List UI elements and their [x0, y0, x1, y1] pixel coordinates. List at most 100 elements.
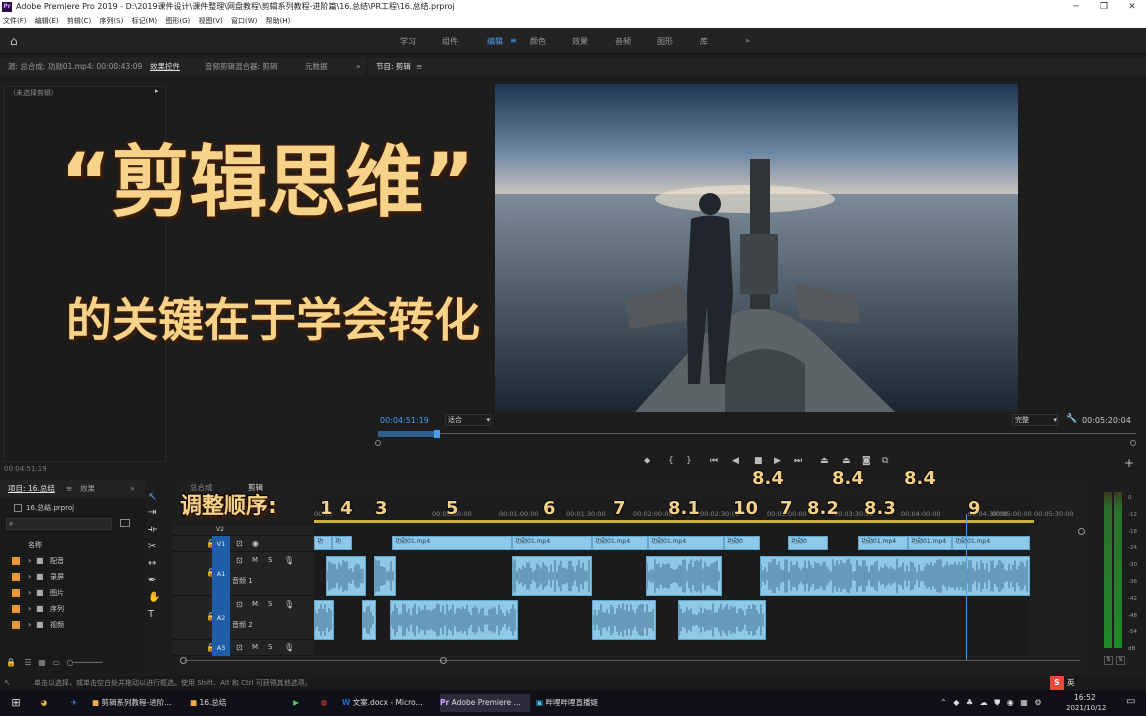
taskbar-item-folder-2[interactable]: ■ 16.总结: [190, 694, 270, 712]
list-item[interactable]: › ■ 配音: [6, 554, 126, 570]
add-button-icon[interactable]: +: [1124, 456, 1134, 470]
scroll-left-handle[interactable]: [180, 657, 187, 664]
windows-start-icon[interactable]: ⊞: [6, 694, 26, 712]
menu-clip[interactable]: 剪辑(C): [67, 17, 91, 25]
video-clip[interactable]: 功勋01.mp4: [952, 536, 1030, 550]
effects-tab[interactable]: 效果: [80, 480, 95, 498]
mark-in-icon[interactable]: {: [668, 456, 674, 466]
expand-arrow-icon[interactable]: ›: [28, 572, 31, 581]
solo-right-button[interactable]: S: [1116, 656, 1125, 665]
lock-icon[interactable]: 🔒: [6, 658, 16, 667]
microphone-icon[interactable]: 🎙: [284, 600, 294, 609]
track-target-v1[interactable]: V1: [212, 536, 230, 552]
mute-button[interactable]: M: [252, 600, 258, 608]
hand-tool-icon[interactable]: ✋: [148, 592, 170, 609]
workspace-effects[interactable]: 效果: [572, 36, 588, 47]
clock-date[interactable]: 2021/10/12: [1066, 704, 1106, 712]
list-item[interactable]: › ■ 录屏: [6, 570, 126, 586]
slip-tool-icon[interactable]: ↔: [148, 558, 170, 575]
icon-view-icon[interactable]: ▦: [38, 658, 46, 667]
menu-view[interactable]: 视图(V): [198, 17, 222, 25]
solo-left-button[interactable]: S: [1104, 656, 1113, 665]
timeline-scrollbar[interactable]: [184, 660, 1080, 661]
tab-metadata[interactable]: 元数据: [305, 58, 328, 76]
eye-icon[interactable]: ◉: [252, 539, 259, 548]
audio-clip[interactable]: [374, 556, 396, 596]
video-clip[interactable]: 功勋0: [724, 536, 760, 550]
audio-clip[interactable]: [592, 600, 656, 640]
list-item[interactable]: › ■ 图片: [6, 586, 126, 602]
camera-icon[interactable]: ◙: [862, 456, 871, 466]
video-clip[interactable]: 功勋01.mp4: [392, 536, 512, 550]
extract-icon[interactable]: ⏏: [842, 456, 851, 466]
mark-out-icon[interactable]: }: [686, 456, 692, 466]
expand-arrow-icon[interactable]: ›: [28, 588, 31, 597]
project-search-input[interactable]: ⌕: [6, 518, 112, 530]
quality-dropdown[interactable]: 完整 ▾: [1012, 414, 1058, 426]
audio-clip[interactable]: [678, 600, 766, 640]
feather-app-icon[interactable]: ✈: [64, 694, 84, 712]
tab-audio-clip-mixer[interactable]: 音频剪辑混合器: 剪辑: [205, 58, 277, 76]
video-clip[interactable]: 功勋0: [788, 536, 828, 550]
menu-edit[interactable]: 编辑(E): [35, 17, 59, 25]
workspace-assembly[interactable]: 组件: [442, 36, 458, 47]
project-menu-icon[interactable]: ≡: [66, 480, 72, 498]
program-playhead-timecode[interactable]: 00:04:51:19: [380, 416, 429, 425]
menu-window[interactable]: 窗口(W): [231, 17, 257, 25]
compare-icon[interactable]: ⧉: [882, 456, 888, 466]
program-scrub-bar[interactable]: [375, 430, 1136, 446]
notification-icon[interactable]: ▭: [1126, 696, 1135, 707]
workspace-libraries[interactable]: 库: [700, 36, 708, 47]
workspace-color[interactable]: 颜色: [530, 36, 546, 47]
track-target-a3[interactable]: A3: [212, 640, 230, 656]
mute-button[interactable]: M: [252, 643, 258, 651]
audio-clip[interactable]: [646, 556, 722, 596]
taskbar-item-premiere[interactable]: Pr Adobe Premiere ...: [440, 694, 530, 712]
panel-more-icon[interactable]: »: [130, 480, 135, 498]
ime-language[interactable]: 英: [1067, 676, 1075, 690]
track-target-a1[interactable]: A1: [212, 552, 230, 596]
new-bin-icon[interactable]: [120, 519, 130, 527]
sogou-ime-icon[interactable]: S: [1050, 676, 1064, 690]
menu-file[interactable]: 文件(F): [3, 17, 27, 25]
project-tab[interactable]: 项目: 16.总结: [8, 480, 55, 498]
program-tab[interactable]: 节目: 剪辑: [376, 58, 411, 76]
solo-button[interactable]: S: [268, 643, 272, 651]
wrench-icon[interactable]: 🔧: [1066, 414, 1077, 424]
solo-button[interactable]: S: [268, 600, 272, 608]
program-menu-icon[interactable]: ≡: [416, 58, 422, 76]
chrome-icon[interactable]: ◍: [314, 694, 334, 712]
audio-clip[interactable]: [760, 556, 1030, 596]
audio-clip[interactable]: [326, 556, 366, 596]
step-back-icon[interactable]: ◀: [732, 456, 739, 466]
sync-lock-icon[interactable]: ⊡: [236, 643, 243, 652]
lift-icon[interactable]: ⏏: [820, 456, 829, 466]
expand-arrow-icon[interactable]: ›: [28, 604, 31, 613]
minimize-icon[interactable]: ─: [1064, 0, 1088, 14]
vertical-scroll-handle[interactable]: [1078, 528, 1085, 535]
type-tool-icon[interactable]: T: [148, 609, 170, 626]
tab-effect-controls[interactable]: 效果控件: [150, 58, 180, 76]
menu-help[interactable]: 帮助(H): [266, 17, 291, 25]
media-player-icon[interactable]: ▶: [286, 694, 306, 712]
go-to-out-icon[interactable]: ⏭: [794, 456, 802, 466]
workspace-menu-icon[interactable]: ≡: [510, 36, 517, 45]
fit-dropdown[interactable]: 适合 ▾: [445, 414, 491, 426]
video-clip[interactable]: 功勋01.mp4: [858, 536, 908, 550]
workspace-editing[interactable]: 编辑: [487, 36, 503, 47]
clock-time[interactable]: 16:52: [1074, 693, 1096, 702]
pen-tool-icon[interactable]: ✒: [148, 575, 170, 592]
list-view-icon[interactable]: ☰: [25, 658, 32, 667]
video-clip[interactable]: 功勋01.mp4: [648, 536, 724, 550]
expand-arrow-icon[interactable]: ▸: [155, 87, 159, 95]
menu-graphics[interactable]: 图形(G): [165, 17, 190, 25]
video-clip[interactable]: 功勋01.mp4: [512, 536, 592, 550]
work-area-bar[interactable]: [314, 520, 1034, 523]
menu-sequence[interactable]: 序列(S): [99, 17, 123, 25]
scrub-left-handle[interactable]: [375, 440, 381, 446]
audio-clip[interactable]: [512, 556, 592, 596]
scrub-playhead[interactable]: [434, 430, 440, 438]
mute-button[interactable]: M: [252, 556, 258, 564]
sync-lock-icon[interactable]: ⊡: [236, 556, 243, 565]
microphone-icon[interactable]: 🎙: [284, 556, 294, 565]
